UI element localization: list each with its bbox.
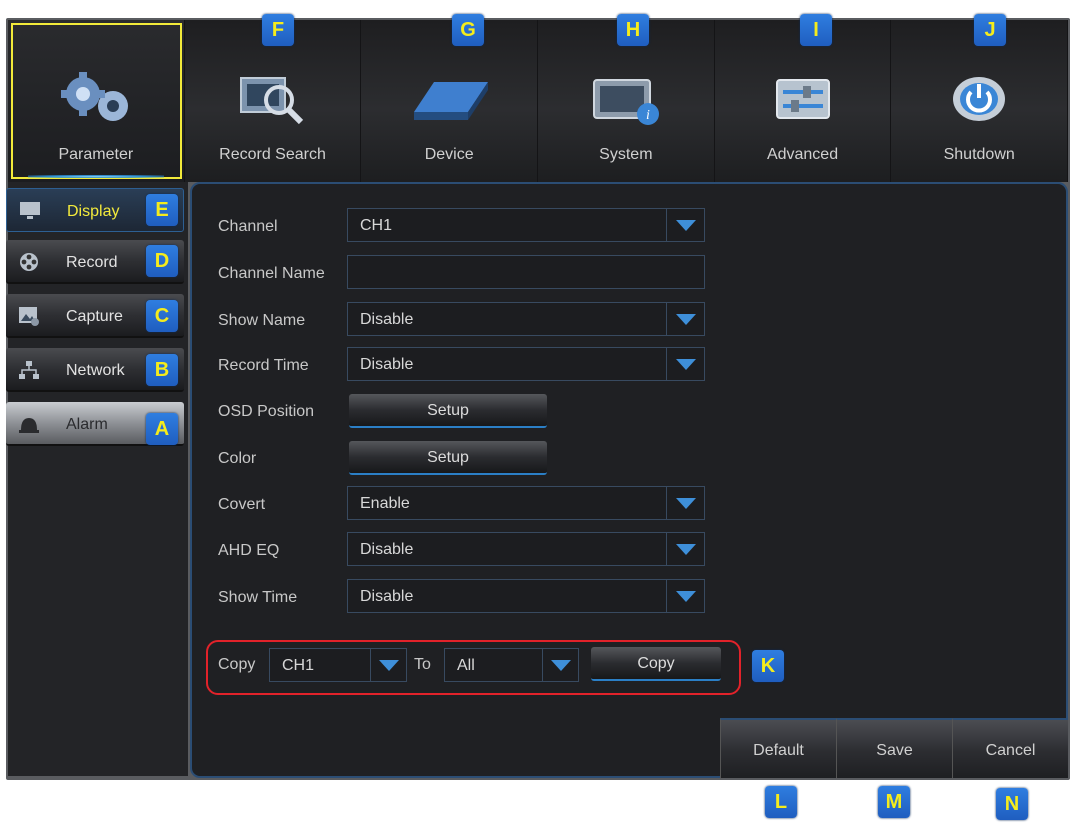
tab-label: Device [424,146,474,163]
callout-j: J [974,14,1006,46]
ahd-eq-label: AHD EQ [218,542,280,559]
ahd-eq-select[interactable]: Disable [347,532,705,566]
channel-label: Channel [218,218,278,235]
tab-label: Parameter [58,146,134,163]
callout-n: N [996,788,1028,820]
tab-device[interactable]: Device [361,20,539,182]
network-icon [19,361,39,379]
svg-text:i: i [646,108,650,123]
copy-from-select[interactable]: CH1 [269,648,407,682]
tab-label: Shutdown [943,146,1015,163]
callout-a: A [146,413,178,445]
show-time-select[interactable]: Disable [347,579,705,613]
system-info-icon: i [592,79,659,125]
chevron-down-icon[interactable] [666,533,704,565]
channel-name-label: Channel Name [218,265,325,282]
covert-label: Covert [218,496,266,513]
color-setup-button[interactable]: Setup [349,441,547,475]
record-time-value: Disable [360,356,414,373]
callout-k: K [752,650,784,682]
channel-value: CH1 [360,217,393,234]
chevron-down-icon[interactable] [666,580,704,612]
monitor-icon [20,202,40,219]
sidebar-item-label: Record [66,254,118,271]
tab-label: Record Search [219,146,326,163]
callout-c: C [146,300,178,332]
power-icon [953,77,1006,121]
osd-position-label: OSD Position [218,403,315,420]
default-button[interactable]: Default [720,718,836,778]
picture-icon [19,307,39,326]
footer-buttons: Default Save Cancel [720,718,1068,778]
film-reel-icon [20,253,38,271]
chevron-down-icon[interactable] [370,649,406,681]
callout-b: B [146,354,178,386]
top-nav: Parameter Record Search Device i System [8,20,1069,182]
show-time-value: Disable [360,588,414,605]
gears-icon [60,72,128,121]
record-time-select[interactable]: Disable [347,347,705,381]
show-time-label: Show Time [218,589,298,606]
channel-name-input[interactable] [347,255,705,289]
copy-from-value: CH1 [282,657,315,674]
show-name-label: Show Name [218,312,306,329]
copy-label: Copy [218,656,256,673]
callout-i: I [800,14,832,46]
sidebar-item-label: Network [66,362,125,379]
osd-setup-button[interactable]: Setup [349,394,547,428]
tab-label: Advanced [766,146,839,163]
record-time-label: Record Time [218,357,309,374]
chevron-down-icon[interactable] [666,487,704,519]
sliders-icon [775,79,830,119]
sidebar-item-label: Alarm [66,416,108,433]
chevron-down-icon[interactable] [666,303,704,335]
hard-drive-icon [414,82,489,120]
callout-d: D [146,245,178,277]
channel-select[interactable]: CH1 [347,208,705,242]
chevron-down-icon[interactable] [666,348,704,380]
covert-value: Enable [360,495,410,512]
alarm-bell-icon [19,418,39,433]
chevron-down-icon[interactable] [666,209,704,241]
copy-to-label: To [414,656,431,673]
show-name-value: Disable [360,311,414,328]
callout-f: F [262,14,294,46]
cancel-button[interactable]: Cancel [952,718,1068,778]
tab-parameter[interactable]: Parameter [8,20,185,182]
sidebar-item-label: Capture [66,308,123,325]
copy-to-select[interactable]: All [444,648,579,682]
film-search-icon [239,77,303,125]
callout-h: H [617,14,649,46]
ahd-eq-value: Disable [360,541,414,558]
copy-to-value: All [457,657,475,674]
save-button[interactable]: Save [836,718,952,778]
sidebar-item-label: Display [67,203,120,220]
copy-button[interactable]: Copy [591,647,721,681]
color-label: Color [218,450,257,467]
callout-g: G [452,14,484,46]
chevron-down-icon[interactable] [542,649,578,681]
tab-label: System [599,146,653,163]
callout-e: E [146,194,178,226]
callout-m: M [878,786,910,818]
callout-l: L [765,786,797,818]
show-name-select[interactable]: Disable [347,302,705,336]
covert-select[interactable]: Enable [347,486,705,520]
